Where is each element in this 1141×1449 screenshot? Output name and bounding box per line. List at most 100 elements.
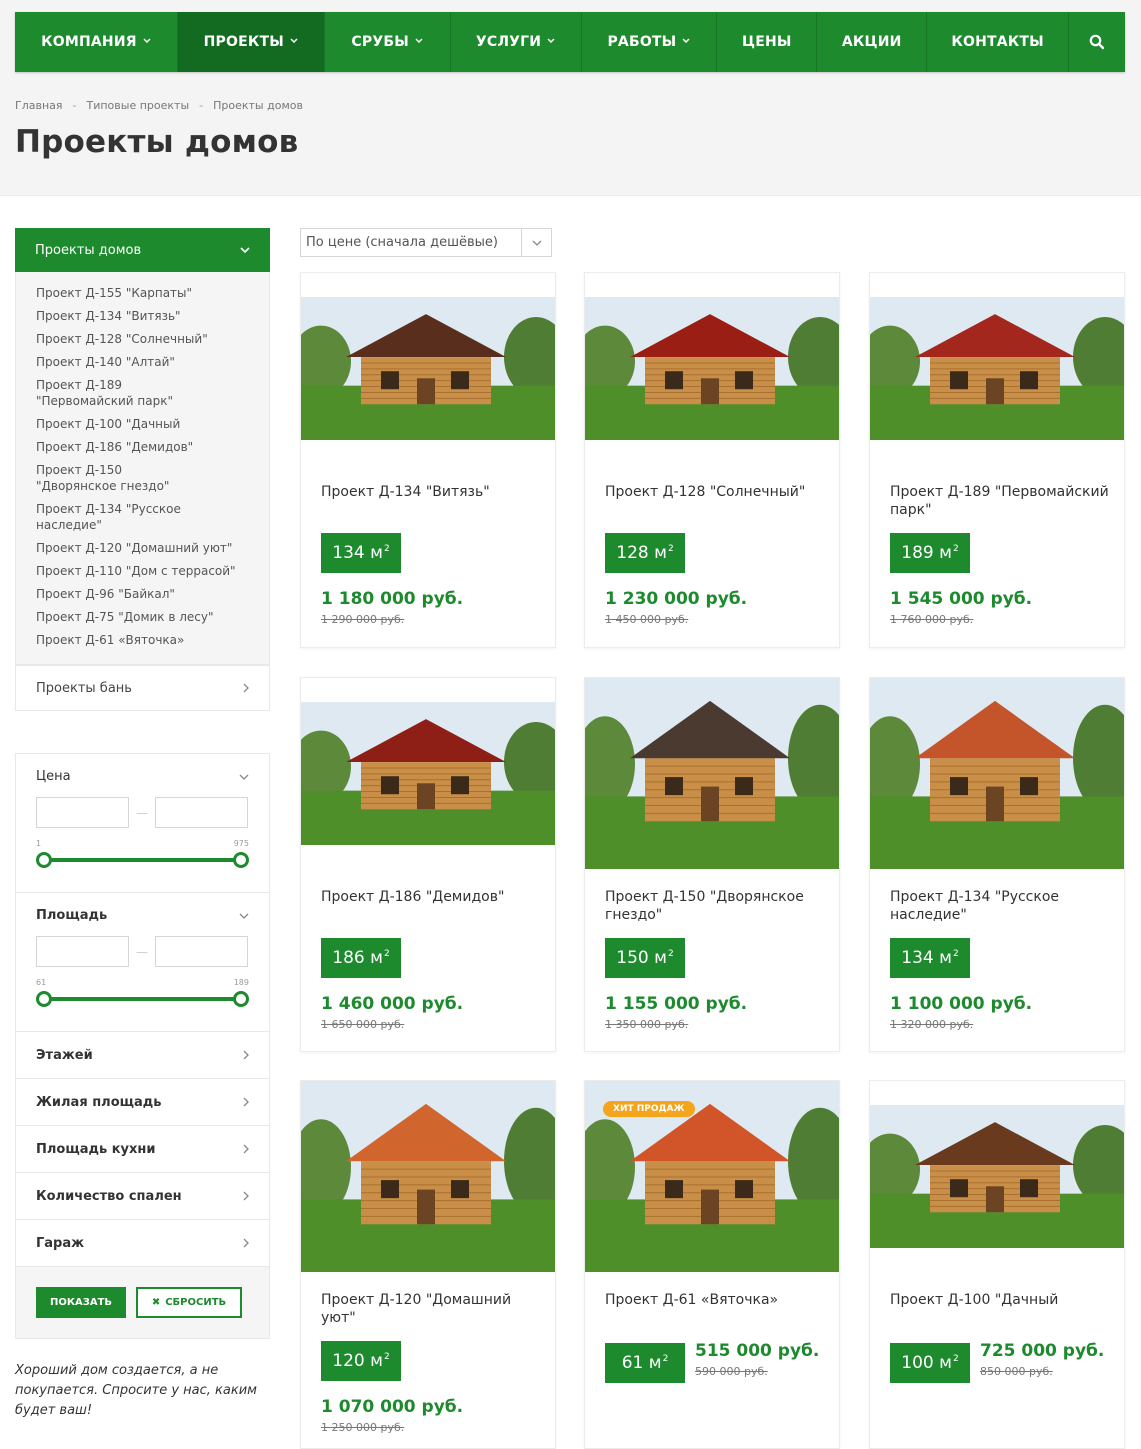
area-max-label: 189 — [233, 978, 249, 987]
sort-select[interactable]: По цене (сначала дешёвые) — [300, 228, 552, 257]
project-price: 1 545 000 руб. — [890, 589, 1033, 609]
project-old-price: 1 760 000 руб. — [890, 613, 974, 626]
project-image[interactable] — [301, 297, 555, 440]
breadcrumb-home[interactable]: Главная — [15, 99, 63, 112]
range-dash: — — [136, 944, 148, 959]
area-slider-max-handle[interactable] — [233, 991, 249, 1007]
price-slider[interactable] — [36, 848, 249, 878]
reset-button[interactable]: ✖ СБРОСИТЬ — [136, 1287, 242, 1318]
show-button[interactable]: ПОКАЗАТЬ — [36, 1287, 126, 1318]
project-card[interactable]: Проект Д-128 "Солнечный" 128 м2 1 230 000 … — [584, 272, 840, 648]
sidebar-quote: Хороший дом создается, а не покупается. … — [15, 1363, 257, 1418]
area-unit: м — [370, 543, 383, 563]
category-item[interactable]: Проект Д-140 "Алтай" — [16, 351, 269, 374]
price-slider-track — [38, 858, 247, 862]
project-card[interactable]: ХИТ ПРОДАЖ Проект Д-61 «Вяточка» 61 м 2 515 … — [584, 1080, 840, 1449]
category-header-houses[interactable]: Проекты домов — [15, 228, 270, 272]
project-name[interactable]: Проект Д-100 "Дачный — [890, 1291, 1110, 1309]
filter-row-label: Жилая площадь — [36, 1094, 162, 1110]
nav-item[interactable]: АКЦИИ — [817, 12, 928, 72]
area-badge: 100 м2 — [890, 1343, 970, 1383]
category-bath-label: Проекты бань — [36, 680, 132, 696]
filter-area-header[interactable]: Площадь — [36, 908, 249, 923]
area-value: 186 — [332, 948, 365, 968]
project-image[interactable] — [301, 702, 555, 845]
project-name[interactable]: Проект Д-120 "Домашний уют" — [321, 1291, 541, 1327]
category-item[interactable]: Проект Д-100 "Дачный — [16, 413, 269, 436]
project-image[interactable] — [301, 1081, 555, 1272]
area-unit: м — [370, 948, 383, 968]
project-card[interactable]: Проект Д-186 "Демидов" 186 м2 1 460 000 ру… — [300, 677, 556, 1052]
search-icon[interactable] — [1069, 12, 1125, 72]
category-item[interactable]: Проект Д-134 "Витязь" — [16, 305, 269, 328]
project-image[interactable] — [870, 1105, 1124, 1248]
chevron-right-icon — [243, 1050, 249, 1060]
nav-item[interactable]: УСЛУГИ — [451, 12, 582, 72]
nav-item-label: РАБОТЫ — [607, 34, 677, 50]
project-name[interactable]: Проект Д-186 "Демидов" — [321, 888, 541, 906]
project-price: 1 155 000 руб. — [605, 994, 748, 1014]
area-min-input[interactable] — [36, 936, 129, 967]
price-min-input[interactable] — [36, 797, 129, 828]
project-card[interactable]: Проект Д-189 "Первомайский парк" 189 м2 1 … — [869, 272, 1125, 648]
breadcrumb-typical-projects[interactable]: Типовые проекты — [87, 99, 190, 112]
filter-row[interactable]: Этажей — [16, 1032, 269, 1079]
price-min-label: 1 — [36, 839, 42, 848]
chevron-down-icon — [415, 36, 423, 46]
category-item[interactable]: Проект Д-150 "Дворянское гнездо" — [16, 459, 216, 498]
nav-item[interactable]: ЦЕНЫ — [717, 12, 818, 72]
project-image[interactable] — [585, 297, 839, 440]
nav-item[interactable]: РАБОТЫ — [582, 12, 718, 72]
area-unit: м — [939, 543, 952, 563]
price-slider-min-handle[interactable] — [36, 852, 52, 868]
area-unit-power: 2 — [952, 949, 959, 959]
category-header-label: Проекты домов — [35, 242, 142, 258]
project-name[interactable]: Проект Д-128 "Солнечный" — [605, 483, 825, 501]
category-item[interactable]: Проект Д-96 "Байкал" — [16, 583, 269, 606]
filter-row[interactable]: Гараж — [16, 1220, 269, 1267]
nav-item[interactable]: ПРОЕКТЫ — [177, 12, 325, 72]
breadcrumb-separator: - — [72, 99, 77, 112]
chevron-right-icon — [243, 1144, 249, 1154]
category-item[interactable]: Проект Д-189 "Первомайский парк" — [16, 374, 216, 413]
category-list: Проект Д-155 "Карпаты" Проект Д-134 "Витя… — [15, 272, 270, 665]
category-item[interactable]: Проект Д-61 «Вяточка» — [16, 629, 269, 652]
filter-row[interactable]: Количество спален — [16, 1173, 269, 1220]
nav-item[interactable]: КОНТАКТЫ — [927, 12, 1070, 72]
nav-item[interactable]: СРУБЫ — [325, 12, 451, 72]
price-slider-max-handle[interactable] — [233, 852, 249, 868]
project-name[interactable]: Проект Д-134 "Витязь" — [321, 483, 541, 501]
project-old-price: 1 250 000 руб. — [321, 1421, 405, 1434]
category-item[interactable]: Проект Д-155 "Карпаты" — [16, 282, 269, 305]
category-item[interactable]: Проект Д-128 "Солнечный" — [16, 328, 269, 351]
project-card[interactable]: Проект Д-134 "Витязь" 134 м2 1 180 000 руб… — [300, 272, 556, 648]
project-card[interactable]: Проект Д-120 "Домашний уют" 120 м2 1 070 0… — [300, 1080, 556, 1449]
filter-price-header[interactable]: Цена — [36, 769, 249, 784]
project-image[interactable] — [870, 297, 1124, 440]
chevron-down-icon — [143, 36, 151, 46]
category-bath-projects[interactable]: Проекты бань — [15, 665, 270, 711]
project-name[interactable]: Проект Д-134 "Русское наследие" — [890, 888, 1110, 924]
category-item[interactable]: Проект Д-120 "Домашний уют" — [16, 537, 269, 560]
project-image[interactable]: ХИТ ПРОДАЖ — [585, 1081, 839, 1272]
project-name[interactable]: Проект Д-150 "Дворянское гнездо" — [605, 888, 825, 924]
project-card[interactable]: Проект Д-100 "Дачный 100 м 2 725 000 руб. 85… — [869, 1080, 1125, 1449]
project-name[interactable]: Проект Д-189 "Первомайский парк" — [890, 483, 1110, 519]
category-item[interactable]: Проект Д-110 "Дом с террасой" — [16, 560, 269, 583]
area-value: 150 — [616, 948, 649, 968]
filter-row[interactable]: Жилая площадь — [16, 1079, 269, 1126]
area-slider-min-handle[interactable] — [36, 991, 52, 1007]
category-item[interactable]: Проект Д-75 "Домик в лесу" — [16, 606, 269, 629]
nav-item[interactable]: КОМПАНИЯ — [15, 12, 178, 72]
project-image[interactable] — [870, 678, 1124, 869]
filter-row[interactable]: Площадь кухни — [16, 1126, 269, 1173]
area-slider[interactable] — [36, 987, 249, 1017]
category-item[interactable]: Проект Д-186 "Демидов" — [16, 436, 269, 459]
project-image[interactable] — [585, 678, 839, 869]
project-card[interactable]: Проект Д-150 "Дворянское гнездо" 150 м2 1 … — [584, 677, 840, 1052]
price-max-input[interactable] — [155, 797, 248, 828]
area-max-input[interactable] — [155, 936, 248, 967]
project-card[interactable]: Проект Д-134 "Русское наследие" 134 м2 1 1… — [869, 677, 1125, 1052]
project-name[interactable]: Проект Д-61 «Вяточка» — [605, 1291, 825, 1309]
category-item[interactable]: Проект Д-134 "Русское наследие" — [16, 498, 269, 537]
